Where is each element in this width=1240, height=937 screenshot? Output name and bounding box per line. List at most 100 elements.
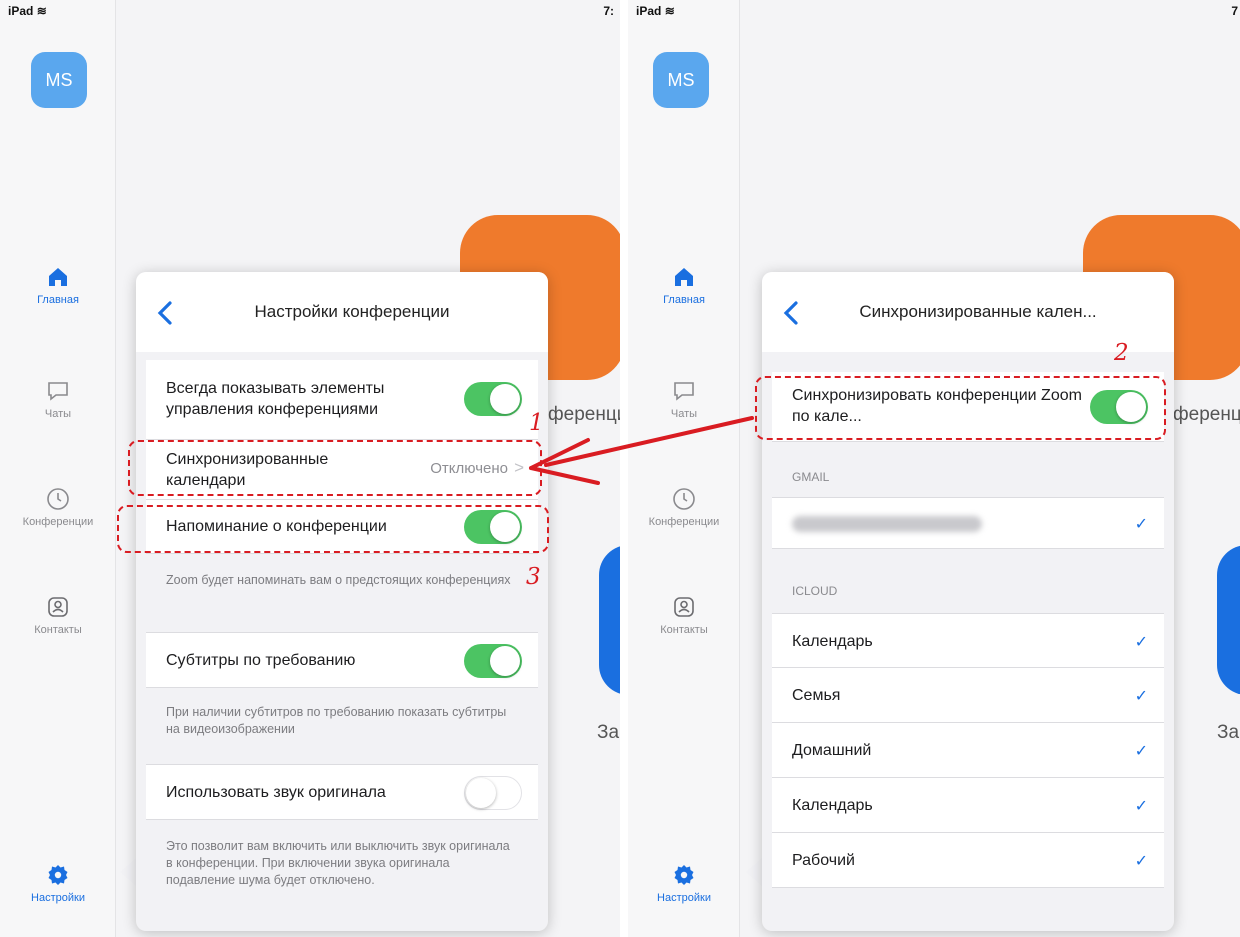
annotation-marker-3: 3: [526, 564, 541, 590]
nav-contacts[interactable]: Контакты: [0, 594, 116, 636]
calendar-row[interactable]: Календарь ✓: [772, 613, 1164, 668]
nav-chats[interactable]: Чаты: [0, 378, 116, 420]
avatar[interactable]: MS: [653, 52, 709, 108]
row-captions[interactable]: Субтитры по требованию: [146, 632, 538, 688]
nav-chats-label: Чаты: [670, 408, 698, 420]
row-label: Всегда показывать элементы управления ко…: [166, 380, 385, 418]
calendar-row[interactable]: Семья ✓: [772, 668, 1164, 723]
toggle-knob: [490, 646, 520, 676]
checkmark-icon: ✓: [1134, 634, 1148, 651]
left-screen: ференци За MS Главная Чаты Конференции К…: [0, 0, 620, 937]
captions-toggle[interactable]: [464, 644, 522, 678]
start-tile-label: За: [1217, 722, 1240, 743]
nav-meetings[interactable]: Конференции: [628, 486, 740, 528]
calendar-row[interactable]: Домашний ✓: [772, 723, 1164, 778]
status-time: 7:: [603, 4, 614, 18]
captions-note: При наличии субтитров по требованию пока…: [166, 705, 507, 736]
nav-home[interactable]: Главная: [0, 264, 116, 306]
gmail-account-row[interactable]: ✓: [772, 497, 1164, 549]
original-sound-note: Это позволит вам включить или выключить …: [166, 839, 510, 887]
checkmark-icon: ✓: [1134, 853, 1148, 870]
nav-home-label: Главная: [663, 294, 705, 306]
meetings-tile-label: ференц: [1173, 404, 1240, 425]
status-time: 7: [1231, 4, 1238, 18]
toggle-knob: [466, 778, 496, 808]
annotation-marker-1: 1: [529, 410, 544, 436]
clock-icon: [47, 488, 69, 510]
row-original-sound[interactable]: Использовать звук оригинала: [146, 764, 538, 820]
gear-icon: [674, 865, 694, 885]
nav-meetings-label: Конференции: [648, 516, 720, 528]
clock-icon: [673, 488, 695, 510]
chat-icon: [674, 382, 694, 401]
row-label: Субтитры по требованию: [166, 652, 356, 669]
wifi-icon: ≋: [36, 4, 47, 18]
checkmark-icon: ✓: [1134, 516, 1148, 533]
reminder-note: Zoom будет напоминать вам о предстоящих …: [166, 573, 511, 587]
sidebar: MS Главная Чаты Конференции Контакты Нас…: [0, 0, 116, 937]
nav-settings[interactable]: Настройки: [0, 862, 116, 904]
checkmark-icon: ✓: [1134, 798, 1148, 815]
original-sound-toggle[interactable]: [464, 776, 522, 810]
nav-settings-label: Настройки: [657, 892, 711, 904]
toggle-knob: [490, 384, 520, 414]
section-header-icloud: ICLOUD: [792, 584, 838, 598]
row-label: Использовать звук оригинала: [166, 784, 386, 801]
calendar-row[interactable]: Календарь ✓: [772, 778, 1164, 833]
home-icon: [49, 268, 67, 286]
nav-contacts[interactable]: Контакты: [628, 594, 740, 636]
nav-meetings-label: Конференции: [22, 516, 94, 528]
nav-contacts-label: Контакты: [660, 624, 708, 636]
start-tile-label: За: [597, 722, 620, 743]
panel-title: Синхронизированные кален...: [859, 302, 1097, 321]
gear-icon: [48, 865, 68, 885]
blurred-email: [792, 516, 982, 532]
highlight-sync-meetings: [755, 376, 1166, 440]
contacts-icon: [674, 597, 694, 617]
schedule-tile[interactable]: [1217, 545, 1240, 695]
synced-calendars-panel: Синхронизированные кален... Синхронизиро…: [762, 272, 1174, 931]
panel-title: Настройки конференции: [254, 302, 450, 321]
meeting-settings-panel: Настройки конференции Всегда показывать …: [136, 272, 548, 931]
row-always-show-controls[interactable]: Всегда показывать элементы управления ко…: [146, 360, 538, 440]
right-screen: ференц За MS Главная Чаты Конференции Ко…: [628, 0, 1240, 937]
avatar[interactable]: MS: [31, 52, 87, 108]
section-header-gmail: GMAIL: [792, 470, 830, 484]
row-label: Календарь: [792, 633, 873, 650]
chat-icon: [48, 382, 68, 401]
panel-header: Настройки конференции: [136, 272, 548, 352]
popover-tail: [120, 858, 136, 886]
screen-divider: [620, 0, 628, 937]
nav-meetings[interactable]: Конференции: [0, 486, 116, 528]
highlight-synced-calendars: [128, 440, 542, 496]
checkmark-icon: ✓: [1134, 688, 1148, 705]
nav-home[interactable]: Главная: [628, 264, 740, 306]
always-show-controls-toggle[interactable]: [464, 382, 522, 416]
row-label: Рабочий: [792, 852, 855, 869]
nav-contacts-label: Контакты: [34, 624, 82, 636]
wifi-icon: ≋: [664, 4, 675, 18]
row-label: Семья: [792, 687, 841, 704]
sidebar: MS Главная Чаты Конференции Контакты Нас…: [628, 0, 740, 937]
calendar-row[interactable]: Рабочий ✓: [772, 833, 1164, 888]
nav-home-label: Главная: [37, 294, 79, 306]
status-bar: iPad ≋ 7:: [0, 0, 620, 22]
nav-settings-label: Настройки: [31, 892, 85, 904]
annotation-marker-2: 2: [1114, 340, 1129, 366]
highlight-meeting-reminder: [117, 505, 549, 553]
row-label: Домашний: [792, 742, 872, 759]
nav-settings[interactable]: Настройки: [628, 862, 740, 904]
nav-chats-label: Чаты: [44, 408, 72, 420]
panel-header: Синхронизированные кален...: [762, 272, 1174, 352]
device-label: iPad ≋: [8, 4, 47, 18]
status-bar: iPad ≋ 7: [628, 0, 1240, 22]
row-label: Календарь: [792, 797, 873, 814]
device-label: iPad ≋: [636, 4, 675, 18]
nav-chats[interactable]: Чаты: [628, 378, 740, 420]
home-icon: [675, 268, 693, 286]
checkmark-icon: ✓: [1134, 743, 1148, 760]
schedule-tile[interactable]: [599, 545, 620, 695]
popover-tail: [746, 858, 762, 886]
meetings-tile-label: ференци: [548, 404, 620, 425]
contacts-icon: [48, 597, 68, 617]
